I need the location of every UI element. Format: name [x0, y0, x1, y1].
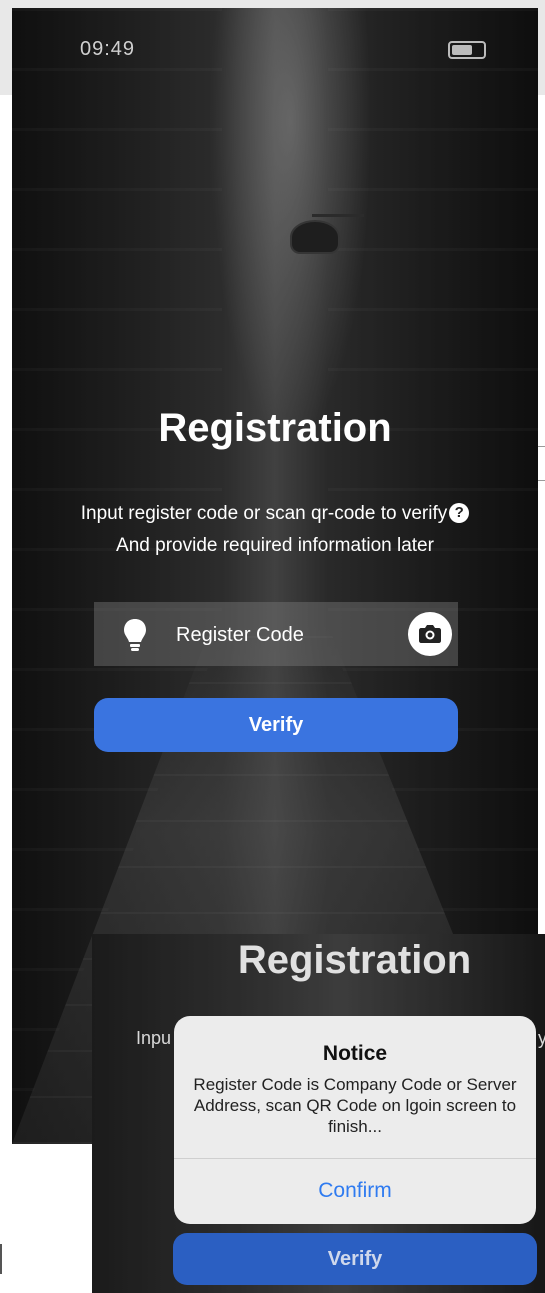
- edge-tick-2: [538, 480, 545, 481]
- status-time: 09:49: [80, 38, 136, 60]
- notice-dialog: Notice Register Code is Company Code or …: [174, 1016, 536, 1224]
- instructions-line-1: Input register code or scan qr-code to v…: [12, 498, 538, 530]
- partial-instructions-left: Inpu: [136, 1028, 172, 1048]
- instructions: Input register code or scan qr-code to v…: [12, 498, 538, 562]
- scan-button[interactable]: [408, 612, 452, 656]
- verify-button[interactable]: Verify: [94, 698, 458, 752]
- notice-screen: Registration Inpu y Notice Register Code…: [92, 934, 545, 1293]
- notice-verify-button[interactable]: Verify: [173, 1233, 537, 1285]
- edge-mark: [0, 1244, 2, 1274]
- instructions-line-2: And provide required information later: [116, 535, 434, 556]
- edge-tick-1: [538, 446, 545, 447]
- partial-instructions-right: y: [538, 1028, 545, 1048]
- camera-icon: [419, 625, 441, 643]
- register-code-field[interactable]: [94, 602, 458, 666]
- lightbulb-icon: [124, 619, 146, 651]
- dialog-message: Register Code is Company Code or Server …: [193, 1075, 517, 1136]
- register-code-input[interactable]: [174, 616, 398, 654]
- page-title: Registration: [158, 406, 392, 450]
- confirm-button[interactable]: Confirm: [174, 1159, 536, 1223]
- notice-page-title: Registration: [237, 938, 472, 982]
- question-circle-icon[interactable]: ?: [449, 503, 470, 523]
- instructions-line-1-text: Input register code or scan qr-code to v…: [80, 503, 448, 524]
- dialog-title: Notice: [322, 1042, 388, 1065]
- battery-icon: [448, 41, 486, 59]
